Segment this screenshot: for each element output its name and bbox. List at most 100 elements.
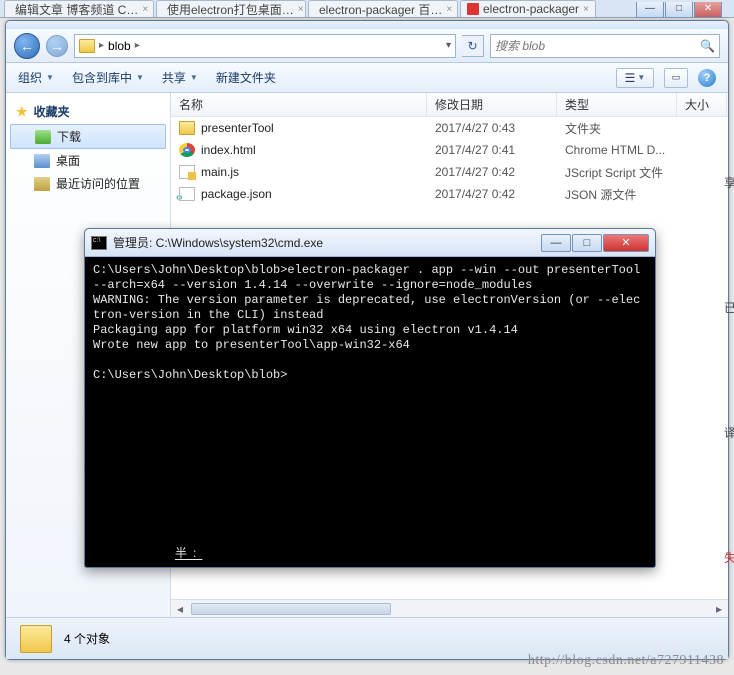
column-type[interactable]: 类型 [557, 93, 677, 116]
tab-label: 编辑文章 博客频道 C… [15, 1, 138, 18]
file-date: 2017/4/27 0:42 [427, 163, 557, 181]
search-icon[interactable]: 🔍 [700, 39, 715, 53]
file-row[interactable]: index.html 2017/4/27 0:41Chrome HTML D... [171, 139, 728, 161]
breadcrumb[interactable]: ▸ blob ▸ ▾ [74, 34, 456, 58]
cmd-title-text: 管理员: C:\Windows\system32\cmd.exe [113, 234, 323, 251]
cmd-window-controls: — □ ✕ [541, 234, 649, 252]
file-type: 文件夹 [557, 118, 677, 139]
view-mode-button[interactable]: ☰▼ [616, 68, 654, 88]
sidebar-item-label: 桌面 [56, 152, 80, 169]
ime-status: 半: [175, 546, 202, 561]
file-date: 2017/4/27 0:42 [427, 185, 557, 203]
favorites-header[interactable]: ★收藏夹 [6, 99, 170, 124]
horizontal-scrollbar[interactable]: ◂ ▸ [171, 599, 728, 617]
column-size[interactable]: 大小 [677, 93, 727, 116]
cmd-close-button[interactable]: ✕ [603, 234, 649, 252]
search-input[interactable]: 搜索 blob 🔍 [490, 34, 720, 58]
cut-off-text: 享已译失 [724, 120, 734, 620]
back-button[interactable]: ← [14, 33, 40, 59]
file-name: presenterTool [201, 121, 274, 135]
file-type: Chrome HTML D... [557, 141, 677, 159]
tab-close-icon[interactable]: × [446, 4, 452, 15]
new-folder-button[interactable]: 新建文件夹 [216, 69, 276, 86]
cmd-icon [91, 236, 107, 250]
toolbar: 组织▼ 包含到库中▼ 共享▼ 新建文件夹 ☰▼ ▭ ? [6, 63, 728, 93]
preview-pane-button[interactable]: ▭ [664, 68, 688, 88]
file-date: 2017/4/27 0:43 [427, 119, 557, 137]
cmd-window: 管理员: C:\Windows\system32\cmd.exe — □ ✕ C… [84, 228, 656, 568]
sidebar-item[interactable]: 最近访问的位置 [6, 172, 170, 195]
chevron-down-icon: ▼ [136, 73, 144, 82]
tab-label: electron-packager 百… [319, 1, 442, 18]
breadcrumb-sep-icon: ▸ [99, 40, 104, 51]
history-dropdown-icon[interactable]: ▾ [446, 40, 451, 51]
organize-menu[interactable]: 组织▼ [18, 69, 54, 86]
folder-icon [20, 625, 52, 653]
explorer-titlebar[interactable] [6, 21, 728, 29]
file-size [677, 192, 727, 196]
file-name: main.js [201, 165, 239, 179]
js-icon [179, 165, 195, 179]
chevron-down-icon: ▼ [190, 73, 198, 82]
file-size [677, 126, 727, 130]
sidebar-item-label: 下载 [57, 128, 81, 145]
favicon-icon [467, 3, 479, 15]
address-bar-row: ← → ▸ blob ▸ ▾ ↻ 搜索 blob 🔍 [6, 29, 728, 63]
browser-tab[interactable]: electron-packager 百… × [308, 0, 458, 17]
sidebar-item-label: 最近访问的位置 [56, 175, 140, 192]
watermark-text: http://blog.csdn.net/a727911438 [528, 653, 724, 669]
column-headers: 名称 修改日期 类型 大小 [171, 93, 728, 117]
refresh-button[interactable]: ↻ [462, 35, 484, 57]
minimize-button[interactable]: — [636, 2, 664, 18]
file-row[interactable]: main.js 2017/4/27 0:42JScript Script 文件 [171, 161, 728, 183]
chrome-icon [179, 143, 195, 157]
browser-tab-strip: 编辑文章 博客频道 C…×使用electron打包桌面…×electron-pa… [0, 0, 734, 18]
column-date[interactable]: 修改日期 [427, 93, 557, 116]
recent-icon [34, 177, 50, 191]
breadcrumb-segment[interactable]: blob [108, 39, 131, 53]
breadcrumb-sep-icon: ▸ [135, 40, 140, 51]
file-type: JSON 源文件 [557, 184, 677, 205]
star-icon: ★ [16, 104, 28, 120]
chevron-down-icon: ▼ [46, 73, 54, 82]
file-type: JScript Script 文件 [557, 162, 677, 183]
browser-tab[interactable]: 使用electron打包桌面… × [156, 0, 306, 17]
scroll-thumb[interactable] [191, 603, 391, 615]
close-button[interactable]: ✕ [694, 2, 722, 18]
file-size [677, 170, 727, 174]
tab-close-icon[interactable]: × [298, 4, 304, 15]
tab-close-icon[interactable]: × [142, 4, 148, 15]
folder-icon [179, 121, 195, 135]
tab-close-icon[interactable]: × [583, 4, 589, 15]
file-date: 2017/4/27 0:41 [427, 141, 557, 159]
cmd-maximize-button[interactable]: □ [572, 234, 602, 252]
forward-button[interactable]: → [46, 35, 68, 57]
desk-icon [34, 154, 50, 168]
tab-label: electron-packager [483, 2, 579, 16]
file-size [677, 148, 727, 152]
search-placeholder: 搜索 blob [495, 37, 545, 54]
cmd-titlebar[interactable]: 管理员: C:\Windows\system32\cmd.exe — □ ✕ [85, 229, 655, 257]
file-row[interactable]: package.json 2017/4/27 0:42JSON 源文件 [171, 183, 728, 205]
cmd-console-output[interactable]: C:\Users\John\Desktop\blob>electron-pack… [85, 257, 655, 567]
status-text: 4 个对象 [64, 630, 110, 647]
json-icon [179, 187, 195, 201]
help-button[interactable]: ? [698, 69, 716, 87]
scroll-left-icon[interactable]: ◂ [171, 602, 189, 616]
browser-tab[interactable]: 编辑文章 博客频道 C… × [4, 0, 154, 17]
browser-tab[interactable]: electron-packager × [460, 0, 596, 17]
tab-label: 使用electron打包桌面… [167, 1, 294, 18]
sidebar-item[interactable]: 桌面 [6, 149, 170, 172]
maximize-button[interactable]: □ [665, 2, 693, 18]
share-menu[interactable]: 共享▼ [162, 69, 198, 86]
parent-window-controls: — □ ✕ [636, 2, 722, 18]
column-name[interactable]: 名称 [171, 93, 427, 116]
file-row[interactable]: presenterTool 2017/4/27 0:43文件夹 [171, 117, 728, 139]
file-name: index.html [201, 143, 256, 157]
include-in-library-menu[interactable]: 包含到库中▼ [72, 69, 144, 86]
dl-icon [35, 130, 51, 144]
folder-icon [79, 39, 95, 53]
file-name: package.json [201, 187, 272, 201]
sidebar-item[interactable]: 下载 [10, 124, 166, 149]
cmd-minimize-button[interactable]: — [541, 234, 571, 252]
